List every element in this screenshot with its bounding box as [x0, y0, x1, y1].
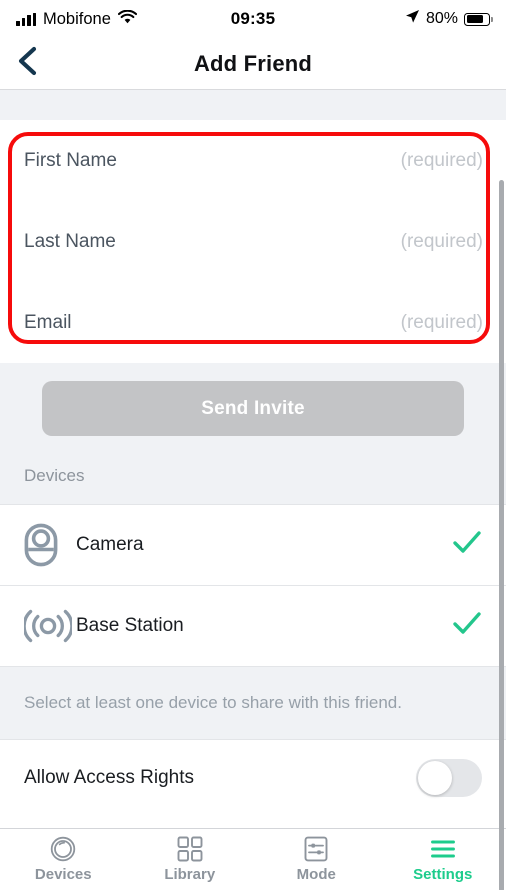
last-name-placeholder: (required) [400, 230, 483, 252]
devices-section-header: Devices [24, 466, 85, 485]
grid-icon [177, 836, 203, 862]
wifi-icon [117, 9, 137, 29]
device-name-camera: Camera [76, 534, 144, 555]
first-name-field[interactable]: First Name (required) [0, 120, 506, 201]
email-placeholder: (required) [400, 311, 483, 333]
bottom-tab-bar: Devices Library Mode Settings [0, 828, 506, 890]
last-name-label: Last Name [24, 230, 116, 252]
email-field[interactable]: Email (required) [0, 282, 506, 363]
tab-mode[interactable]: Mode [253, 836, 380, 883]
email-label: Email [24, 311, 72, 333]
clock-label: 09:35 [230, 9, 276, 28]
tab-settings[interactable]: Settings [380, 836, 506, 883]
device-name-base-station: Base Station [76, 615, 184, 636]
status-bar-center: 09:35 [174, 9, 332, 29]
vertical-scrollbar[interactable] [499, 180, 504, 890]
device-row-camera[interactable]: Camera [0, 504, 506, 585]
top-spacer [0, 90, 506, 120]
navigation-bar: Add Friend [0, 38, 506, 90]
send-invite-wrapper: Send Invite [0, 363, 506, 436]
tab-library[interactable]: Library [127, 836, 254, 883]
allow-access-rights-toggle[interactable] [416, 759, 482, 797]
toggle-knob [418, 761, 452, 795]
chevron-left-icon [16, 46, 38, 81]
tab-label-devices: Devices [34, 866, 92, 883]
allow-access-rights-label: Allow Access Rights [24, 767, 195, 788]
devices-hint-text: Select at least one device to share with… [0, 666, 506, 739]
camera-icon [24, 523, 76, 567]
carrier-label: Mobifone [43, 9, 111, 28]
menu-lines-icon [430, 836, 456, 862]
battery-icon [464, 12, 493, 26]
back-button[interactable] [0, 38, 54, 90]
invite-section: Send Invite Devices [0, 363, 506, 504]
base-station-icon [24, 607, 76, 645]
camera-lens-icon [50, 836, 76, 862]
scroll-content[interactable]: First Name (required) Last Name (require… [0, 90, 506, 890]
tab-label-settings: Settings [413, 866, 473, 883]
tab-label-mode: Mode [296, 866, 336, 883]
status-bar: Mobifone 09:35 80% [0, 0, 506, 38]
add-friend-form: First Name (required) Last Name (require… [0, 120, 506, 363]
allow-access-rights-row[interactable]: Allow Access Rights [0, 739, 506, 816]
status-bar-left: Mobifone [16, 9, 174, 29]
signal-bars-icon [16, 12, 36, 26]
tab-label-library: Library [164, 866, 216, 883]
device-row-base-station[interactable]: Base Station [0, 585, 506, 666]
status-bar-right: 80% [332, 9, 493, 29]
first-name-placeholder: (required) [400, 149, 483, 171]
battery-percent-label: 80% [425, 10, 458, 27]
check-icon-camera[interactable] [452, 530, 482, 561]
sliders-icon [303, 836, 329, 862]
send-invite-button[interactable]: Send Invite [42, 381, 464, 436]
location-arrow-icon [405, 9, 420, 29]
last-name-field[interactable]: Last Name (required) [0, 201, 506, 282]
phone-screen: Mobifone 09:35 80% Add Friend First Name… [0, 0, 506, 890]
first-name-label: First Name [24, 149, 117, 171]
tab-devices[interactable]: Devices [0, 836, 127, 883]
page-title: Add Friend [193, 50, 313, 76]
check-icon-base-station[interactable] [452, 611, 482, 642]
